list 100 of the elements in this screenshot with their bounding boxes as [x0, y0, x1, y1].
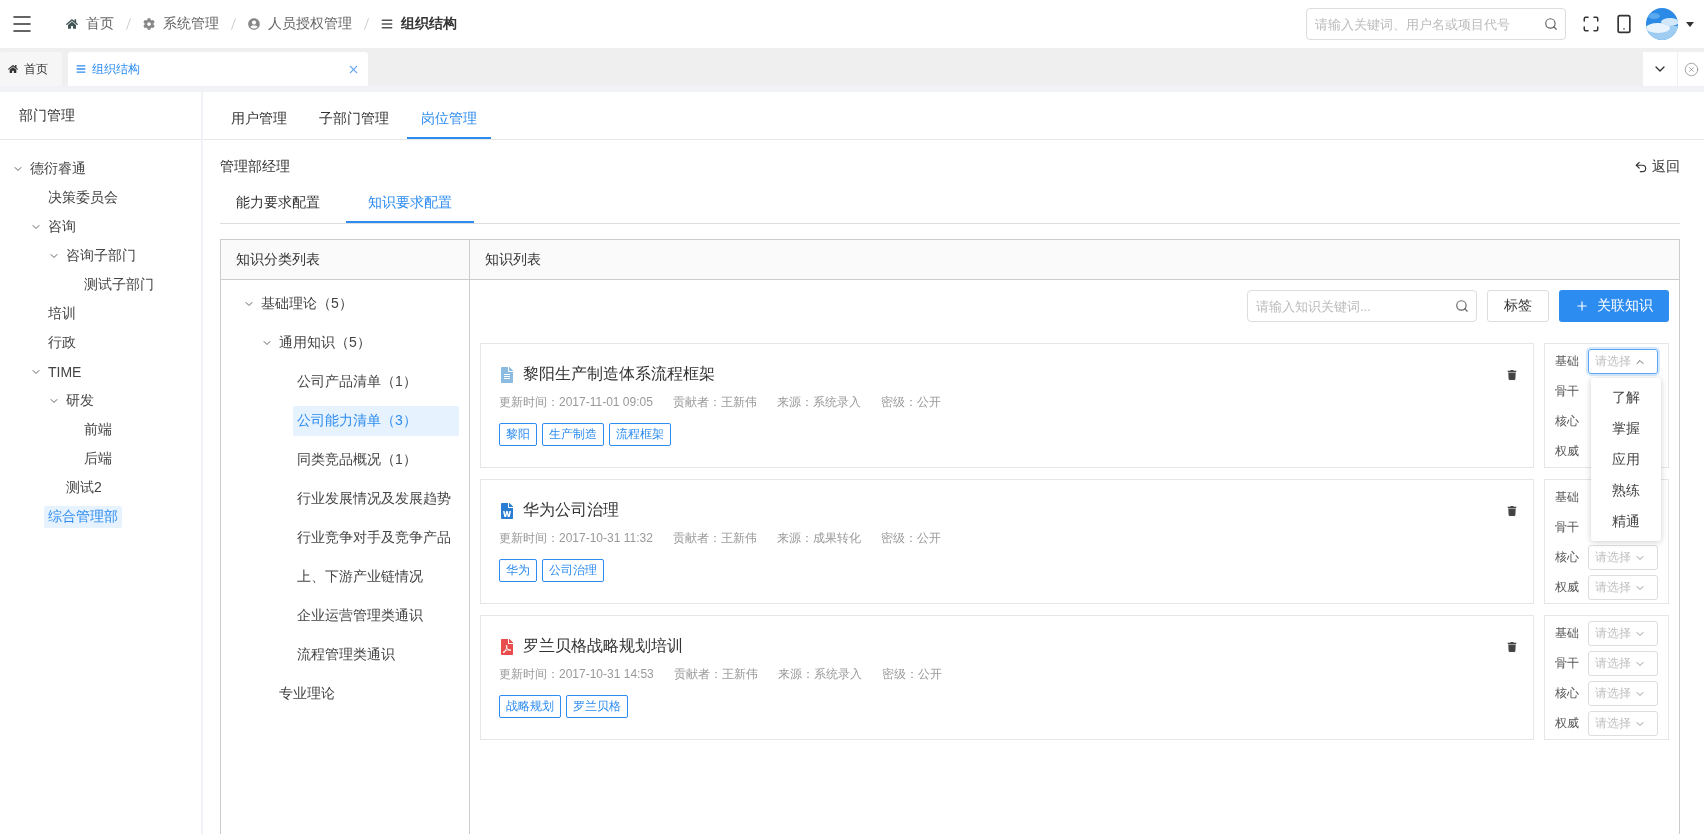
- home-icon: [66, 18, 78, 30]
- meta-text: 贡献者：王新伟: [673, 666, 758, 683]
- dropdown-option[interactable]: 精通: [1591, 506, 1661, 537]
- level-label: 权威: [1555, 443, 1579, 460]
- level-label: 基础: [1555, 489, 1579, 506]
- settings-icon: [143, 18, 155, 30]
- meta-text: 更新时间：2017-10-31 11:32: [499, 530, 653, 547]
- tree-item[interactable]: 通用知识（5）: [275, 327, 441, 358]
- delete-icon[interactable]: [1507, 641, 1517, 652]
- tree-item[interactable]: 公司产品清单（1）: [293, 366, 459, 397]
- tag[interactable]: 华为: [499, 559, 537, 582]
- level-label: 骨干: [1555, 655, 1579, 672]
- home-icon: [8, 64, 18, 74]
- tree-item[interactable]: 培训: [44, 302, 80, 325]
- tree-item[interactable]: 专业理论: [275, 678, 441, 709]
- level-label: 权威: [1555, 715, 1579, 732]
- level-label: 核心: [1555, 685, 1579, 702]
- return-arrow-icon: [1634, 160, 1648, 174]
- tree-item[interactable]: 后端: [80, 447, 116, 470]
- user-icon: [248, 18, 260, 30]
- level-label: 基础: [1555, 625, 1579, 642]
- caret-icon[interactable]: [1686, 21, 1694, 27]
- dropdown-option[interactable]: 了解: [1591, 382, 1661, 413]
- tree-item[interactable]: 测试子部门: [80, 273, 158, 296]
- knowledge-title[interactable]: 黎阳生产制造体系流程框架: [523, 364, 1499, 385]
- tree-item[interactable]: 研发: [62, 389, 98, 412]
- search-field[interactable]: 请输入知识关键词...: [1247, 290, 1477, 322]
- dropdown-option[interactable]: 应用: [1591, 444, 1661, 475]
- panel-title: 部门管理: [0, 92, 201, 140]
- level-label: 核心: [1555, 413, 1579, 430]
- word-file-icon: [499, 502, 515, 519]
- fullscreen-icon[interactable]: [1582, 15, 1600, 33]
- tree-item[interactable]: 企业运营管理类通识: [293, 600, 459, 631]
- tab[interactable]: 知识要求配置: [346, 194, 474, 223]
- delete-icon[interactable]: [1507, 505, 1517, 516]
- tree-item[interactable]: 行业竞争对手及竞争产品: [293, 522, 459, 553]
- tag[interactable]: 罗兰贝格: [566, 695, 628, 718]
- tab-menu-button[interactable]: [1643, 52, 1677, 86]
- meta-text: 贡献者：王新伟: [672, 530, 757, 547]
- tag-button[interactable]: 标签: [1487, 290, 1549, 322]
- close-all-button[interactable]: [1678, 52, 1704, 86]
- tree-item[interactable]: 咨询子部门: [62, 244, 140, 267]
- list-icon: [76, 64, 86, 74]
- level-label: 权威: [1555, 579, 1579, 596]
- phone-icon[interactable]: [1614, 14, 1634, 34]
- meta-text: 密级：公开: [880, 394, 941, 411]
- pdf-file-icon: [499, 638, 515, 655]
- tab[interactable]: 岗位管理: [407, 110, 491, 139]
- tag[interactable]: 公司治理: [542, 559, 604, 582]
- tree-item[interactable]: 行业发展情况及发展趋势: [293, 483, 459, 514]
- level-label: 骨干: [1555, 519, 1579, 536]
- position-title: 管理部经理: [220, 158, 290, 176]
- tree-item[interactable]: 行政: [44, 331, 80, 354]
- tree-item[interactable]: TIME: [44, 361, 86, 382]
- tag[interactable]: 战略规划: [499, 695, 561, 718]
- document-icon: [499, 366, 515, 383]
- list-icon: [381, 18, 393, 30]
- meta-text: 密级：公开: [880, 530, 941, 547]
- search-field[interactable]: 请输入关键词、用户名或项目代号: [1306, 8, 1566, 40]
- search-icon[interactable]: [1455, 299, 1469, 313]
- page-tab[interactable]: 组织结构: [68, 52, 368, 86]
- tree-item[interactable]: 决策委员会: [44, 186, 122, 209]
- tree-item[interactable]: 测试2: [62, 476, 106, 499]
- level-label: 骨干: [1555, 383, 1579, 400]
- search-icon[interactable]: [1544, 17, 1558, 31]
- column-header: 知识列表: [470, 240, 1679, 280]
- meta-text: 来源：成果转化: [776, 530, 861, 547]
- tab[interactable]: 能力要求配置: [220, 194, 336, 223]
- dropdown-option[interactable]: 掌握: [1591, 413, 1661, 444]
- plus-icon: [1575, 299, 1589, 313]
- tree-item[interactable]: 基础理论（5）: [257, 288, 423, 319]
- tag[interactable]: 生产制造: [542, 423, 604, 446]
- tree-item[interactable]: 前端: [80, 418, 116, 441]
- breadcrumb-link[interactable]: 系统管理: [163, 15, 219, 33]
- level-label: 核心: [1555, 549, 1579, 566]
- column-header: 知识分类列表: [221, 240, 470, 280]
- breadcrumb-link[interactable]: 首页: [86, 15, 114, 33]
- back-link[interactable]: 返回: [1634, 158, 1680, 176]
- meta-text: 来源：系统录入: [777, 666, 862, 683]
- tree-item[interactable]: 流程管理类通识: [293, 639, 459, 670]
- tree-item[interactable]: 咨询: [44, 215, 80, 238]
- tree-item[interactable]: 同类竞品概况（1）: [293, 444, 459, 475]
- meta-text: 贡献者：王新伟: [672, 394, 757, 411]
- delete-icon[interactable]: [1507, 369, 1517, 380]
- tab[interactable]: 子部门管理: [305, 110, 403, 139]
- page-tab[interactable]: 首页: [0, 52, 62, 86]
- tree-item[interactable]: 德衍睿通: [26, 157, 90, 180]
- dropdown-option[interactable]: 熟练: [1591, 475, 1661, 506]
- breadcrumb-link[interactable]: 组织结构: [401, 15, 457, 33]
- tree-item[interactable]: 上、下游产业链情况: [293, 561, 459, 592]
- tab[interactable]: 用户管理: [217, 110, 301, 139]
- breadcrumb-link[interactable]: 人员授权管理: [268, 15, 352, 33]
- tag[interactable]: 黎阳: [499, 423, 537, 446]
- tag[interactable]: 流程框架: [609, 423, 671, 446]
- meta-text: 更新时间：2017-11-01 09:05: [499, 394, 653, 411]
- meta-text: 更新时间：2017-10-31 14:53: [499, 666, 654, 683]
- meta-text: 密级：公开: [881, 666, 942, 683]
- knowledge-title[interactable]: 华为公司治理: [523, 500, 1499, 521]
- level-label: 基础: [1555, 353, 1579, 370]
- knowledge-title[interactable]: 罗兰贝格战略规划培训: [523, 636, 1499, 657]
